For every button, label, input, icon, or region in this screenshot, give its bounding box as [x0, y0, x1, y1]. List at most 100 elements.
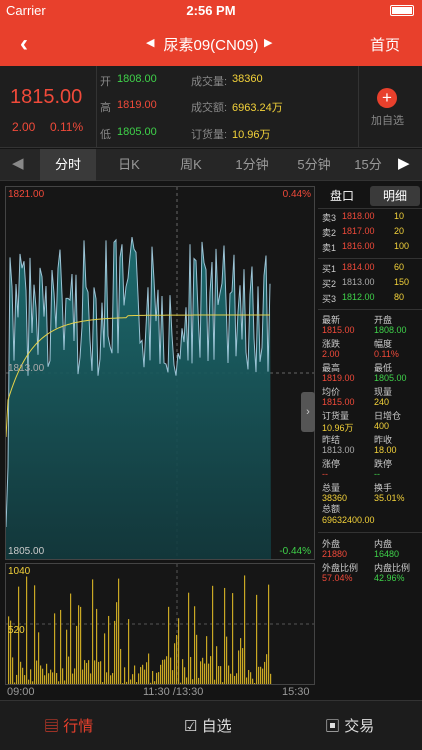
tab-daily-k[interactable]: 日K: [101, 149, 157, 181]
low-label: 低: [100, 129, 111, 141]
volume-bar: [150, 682, 152, 684]
volume-bar: [262, 668, 264, 684]
total-amount-value: 69632400.00: [322, 515, 375, 525]
volume-bar: [184, 667, 186, 684]
volume-bar: [126, 681, 128, 684]
stat-7-v2: 35.01%: [374, 493, 405, 503]
volume-bar: [170, 657, 172, 684]
low-value: 1805.00: [117, 126, 157, 138]
price-change: 2.00: [12, 120, 36, 134]
volume-bar: [160, 664, 162, 684]
tab-weekly-k[interactable]: 周K: [163, 149, 219, 181]
volume-bar: [164, 659, 166, 684]
open-value: 1808.00: [117, 73, 157, 85]
volume-bar: [166, 656, 168, 684]
volume-bar: [62, 668, 64, 684]
volume-bar: [190, 656, 192, 684]
volume-bar: [180, 682, 182, 684]
amount-label: 成交额:: [191, 102, 228, 114]
volume-bar: [142, 664, 144, 684]
volume-bar: [204, 663, 206, 684]
volume-bar: [64, 680, 66, 684]
inner-value: 16480: [374, 549, 400, 559]
ask3-label: 卖3: [322, 213, 337, 223]
volume-bar: [116, 602, 118, 684]
tabs-left-arrow-icon[interactable]: ◀: [12, 154, 24, 172]
stat-3-v2: 240: [374, 397, 390, 407]
stat-5-v2: 18.00: [374, 445, 397, 455]
ask3-price: 1818.00: [342, 211, 375, 221]
volume-bar: [66, 629, 68, 684]
volume-bar: [232, 593, 234, 684]
ask1-price: 1816.00: [342, 241, 375, 251]
tab-1min[interactable]: 1分钟: [224, 149, 280, 181]
volume-bar: [100, 661, 102, 684]
stat-6-v2: --: [374, 469, 380, 479]
volume-bar: [234, 675, 236, 684]
ask2-price: 1817.00: [342, 226, 375, 236]
volume-bar: [156, 672, 158, 684]
panel-toggle-handle[interactable]: ›: [301, 392, 315, 432]
volume-bar: [200, 661, 202, 684]
volume-bar: [32, 681, 34, 684]
x-label-mid: 11:30 /13:30: [143, 686, 204, 698]
intraday-chart[interactable]: 1821.00 0.44% 1813.00 1805.00 -0.44%: [5, 186, 315, 560]
volume-bar: [30, 669, 32, 684]
volume-bar: [140, 667, 142, 684]
open-interest-value: 10.96万: [232, 129, 271, 141]
volume-bar: [226, 636, 228, 684]
volume-bar: [210, 656, 212, 684]
status-bar: Carrier 2:56 PM: [0, 0, 422, 22]
bid2-label: 买2: [322, 279, 337, 289]
volume-bar: [92, 579, 94, 684]
stat-5-v1: 1813.00: [322, 445, 355, 455]
home-button[interactable]: 首页: [370, 34, 400, 55]
volume-bar: [38, 632, 40, 684]
volume-bar: [154, 681, 156, 684]
volume-bar: [176, 635, 178, 684]
tab-timeshare[interactable]: 分时: [40, 149, 96, 181]
volume-bar: [108, 615, 110, 684]
period-tabs: ◀ 分时 日K 周K 1分钟 5分钟 15分 ▶: [0, 149, 422, 181]
tabs-right-arrow-icon[interactable]: ▶: [398, 154, 410, 172]
volume-bar: [220, 666, 222, 684]
volume-bar: [36, 660, 38, 684]
ask1-label: 卖1: [322, 243, 337, 253]
tab-15min[interactable]: 15分: [348, 149, 388, 181]
x-label-end: 15:30: [282, 686, 310, 698]
tab-orderbook[interactable]: 盘口: [318, 186, 366, 206]
volume-bar: [230, 673, 232, 684]
volume-bar: [48, 673, 50, 684]
volume-bar: [254, 682, 256, 684]
stat-4-v2: 400: [374, 421, 390, 431]
chart-top-price: 1821.00: [8, 189, 45, 200]
volume-bar: [214, 679, 216, 684]
tab-5min[interactable]: 5分钟: [286, 149, 342, 181]
volume-bar: [58, 681, 60, 684]
stat-1-v2: 0.11%: [374, 349, 399, 359]
add-watchlist-label[interactable]: 加自选: [371, 112, 404, 128]
tab-quotes[interactable]: ▤ 行情: [44, 715, 93, 736]
tab-trade[interactable]: ▣ 交易: [325, 715, 374, 736]
tab-details[interactable]: 明细: [370, 186, 420, 206]
volume-bar: [260, 666, 262, 684]
ask2-label: 卖2: [322, 228, 337, 238]
volume-bar: [172, 670, 174, 684]
stat-0-v2: 1808.00: [374, 325, 407, 335]
volume-bar: [76, 625, 78, 684]
volume-bar: [174, 643, 176, 684]
volume-bar: [86, 662, 88, 684]
add-watchlist-icon[interactable]: +: [377, 88, 397, 108]
next-contract-icon[interactable]: ▶: [264, 36, 272, 49]
volume-value: 38360: [232, 73, 263, 85]
ask1-qty: 100: [394, 241, 410, 251]
tab-watchlist-label: 自选: [201, 718, 232, 735]
volume-bar: [26, 576, 28, 684]
outer-ratio-value: 57.04%: [322, 573, 353, 583]
volume-bar: [264, 661, 266, 684]
stat-2-v1: 1819.00: [322, 373, 355, 383]
tab-watchlist[interactable]: ☑ 自选: [184, 715, 232, 736]
bid3-label: 买3: [322, 294, 337, 304]
ask3-qty: 10: [394, 211, 405, 221]
volume-bar: [224, 587, 226, 684]
